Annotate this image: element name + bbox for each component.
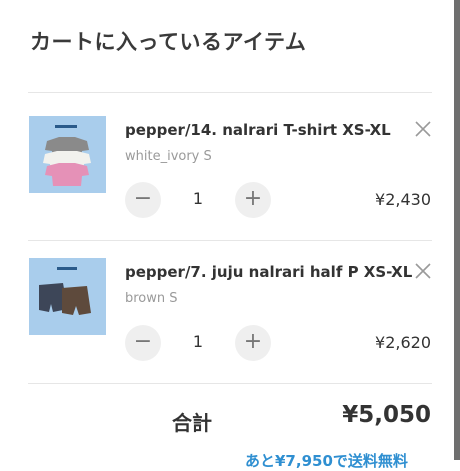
divider [28, 240, 432, 241]
divider [28, 383, 432, 384]
decrement-quantity-button[interactable]: − [125, 182, 161, 218]
page-title: カートに入っているアイテム [30, 30, 307, 54]
decrement-quantity-button[interactable]: − [125, 325, 161, 361]
plus-icon: + [243, 186, 263, 211]
close-icon [415, 121, 431, 137]
product-thumbnail[interactable] [29, 258, 106, 335]
quantity-value: 1 [192, 332, 204, 351]
divider [28, 92, 432, 93]
item-variant: white_ivory S [125, 149, 212, 164]
scrollbar[interactable] [454, 0, 460, 460]
remove-item-button[interactable] [412, 118, 434, 140]
product-thumbnail[interactable] [29, 116, 106, 193]
quantity-value: 1 [192, 189, 204, 208]
free-shipping-note: あと¥7,950で送料無料 [245, 452, 408, 470]
item-price: ¥2,430 [375, 190, 431, 209]
item-name[interactable]: pepper/7. juju nalrari half P XS-XL [125, 263, 412, 281]
plus-icon: + [243, 329, 263, 354]
remove-item-button[interactable] [412, 260, 434, 282]
minus-icon: − [133, 329, 153, 354]
item-variant: brown S [125, 291, 178, 306]
increment-quantity-button[interactable]: + [235, 325, 271, 361]
total-value: ¥5,050 [342, 402, 431, 428]
total-label: 合計 [172, 411, 212, 435]
item-name[interactable]: pepper/14. nalrari T-shirt XS-XL [125, 121, 391, 139]
minus-icon: − [133, 186, 153, 211]
close-icon [415, 263, 431, 279]
increment-quantity-button[interactable]: + [235, 182, 271, 218]
item-price: ¥2,620 [375, 333, 431, 352]
